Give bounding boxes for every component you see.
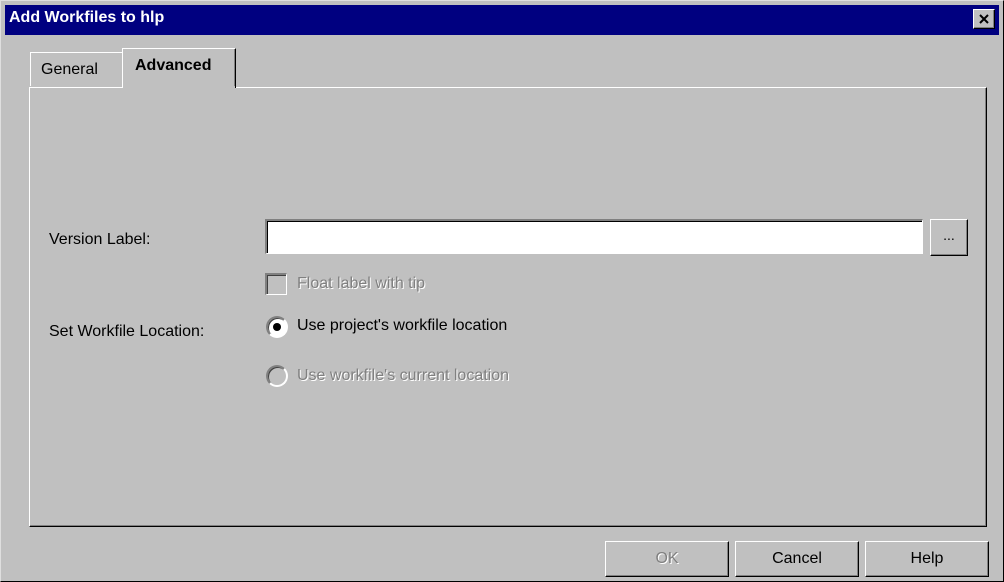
cancel-button[interactable]: Cancel — [735, 541, 859, 577]
float-label-checkbox[interactable] — [265, 273, 287, 295]
title-bar[interactable]: Add Workfiles to hlp — [5, 5, 999, 35]
float-label-caption: Float label with tip — [297, 275, 426, 292]
close-icon — [979, 14, 989, 24]
version-label-caption: Version Label: — [49, 231, 151, 248]
help-button[interactable]: Help — [865, 541, 989, 577]
workfile-location-caption: Set Workfile Location: — [49, 323, 205, 340]
tab-advanced-label: Advanced — [135, 57, 212, 74]
add-workfiles-dialog: Add Workfiles to hlp General Advanced Ve… — [0, 0, 1004, 582]
tab-advanced[interactable]: Advanced — [122, 48, 236, 88]
current-location-label: Use workfile's current location — [297, 367, 510, 384]
project-location-label: Use project's workfile location — [297, 317, 508, 334]
window-title: Add Workfiles to hlp — [9, 9, 165, 26]
version-label-input[interactable] — [265, 219, 923, 254]
tab-join — [123, 86, 235, 89]
close-button[interactable] — [973, 9, 995, 29]
browse-label-button[interactable]: ... — [930, 219, 968, 256]
radio-selected-dot — [273, 323, 281, 331]
tab-general[interactable]: General — [30, 52, 124, 86]
project-location-radio[interactable] — [266, 316, 288, 338]
tab-general-label: General — [41, 61, 98, 78]
tab-panel-advanced — [29, 87, 987, 527]
current-location-radio[interactable] — [266, 365, 288, 387]
ok-button[interactable]: OK — [605, 541, 729, 577]
